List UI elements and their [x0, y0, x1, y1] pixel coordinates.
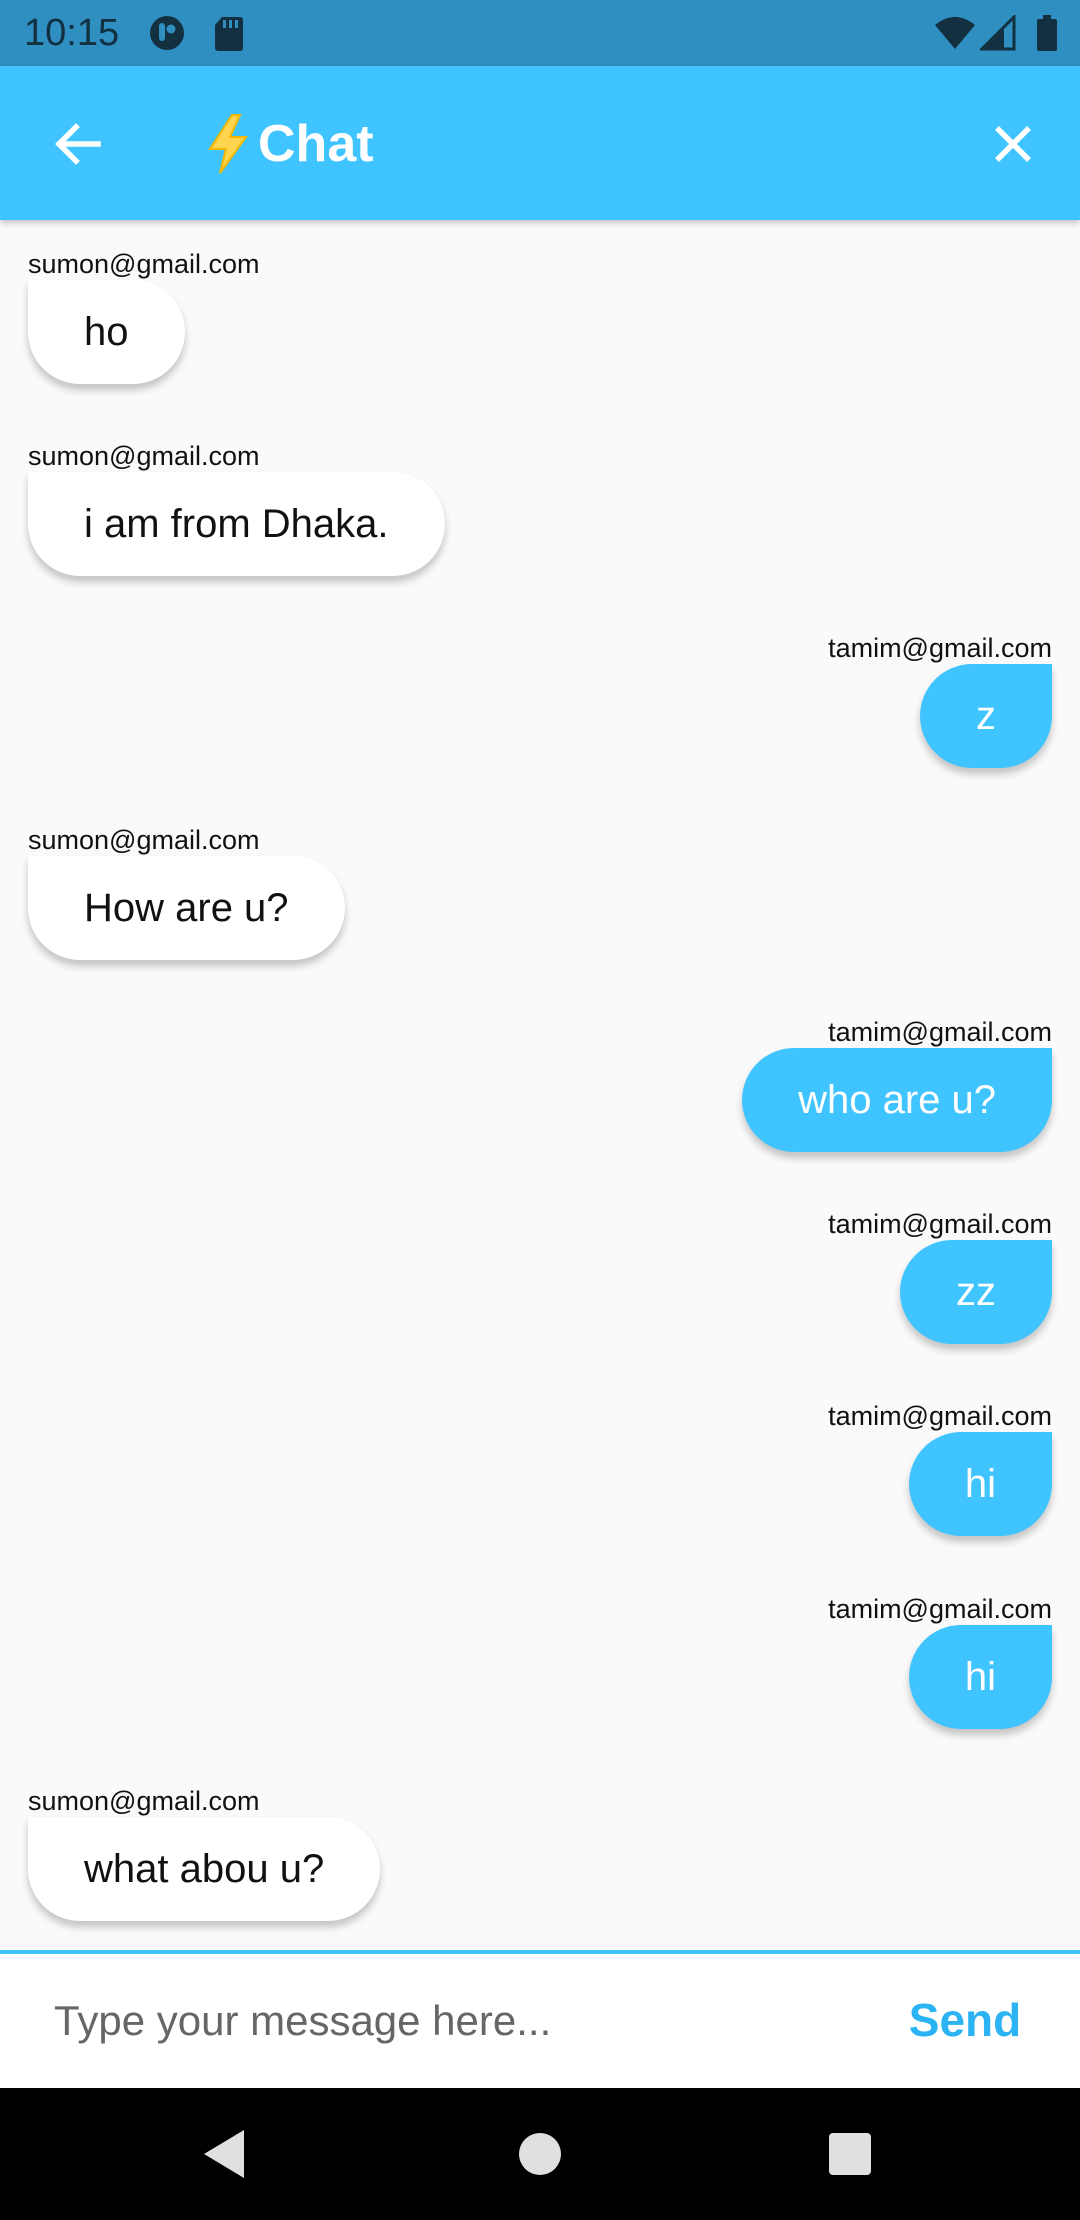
message-input[interactable]: [28, 1970, 856, 2072]
battery-icon: [1037, 15, 1057, 51]
send-button[interactable]: Send: [880, 1970, 1050, 2070]
status-time: 10:15: [24, 12, 120, 54]
message-bubble: hi: [908, 1432, 1052, 1536]
cellular-signal-icon: [980, 15, 1016, 51]
nav-home-icon: [519, 2133, 561, 2175]
message-bubble: How are u?: [28, 856, 345, 960]
message-received: sumon@gmail.com what abou u?: [28, 1785, 1052, 1921]
nav-back-icon: [204, 2130, 244, 2178]
message-sent: tamim@gmail.com who are u?: [28, 1016, 1052, 1152]
message-received: sumon@gmail.com How are u?: [28, 824, 1052, 960]
wifi-icon: [935, 17, 975, 49]
status-bar: 10:15: [0, 0, 1080, 66]
message-sender: sumon@gmail.com: [28, 249, 260, 279]
chat-message-list[interactable]: sumon@gmail.com ho sumon@gmail.com i am …: [0, 220, 1080, 1952]
message-sent: tamim@gmail.com hi: [28, 1593, 1052, 1729]
message-bubble: ho: [28, 280, 185, 384]
nav-recents-icon: [829, 2133, 871, 2175]
message-sender: tamim@gmail.com: [828, 1017, 1052, 1047]
page-title: Chat: [258, 115, 374, 173]
message-bubble: hi: [908, 1625, 1052, 1729]
message-bubble: zz: [900, 1240, 1052, 1344]
message-sender: tamim@gmail.com: [828, 1209, 1052, 1239]
app-notification-icon: [150, 16, 184, 50]
close-icon: [995, 126, 1031, 162]
message-sent: tamim@gmail.com z: [28, 632, 1052, 768]
message-received: sumon@gmail.com ho: [28, 248, 1052, 384]
message-received: sumon@gmail.com i am from Dhaka.: [28, 440, 1052, 576]
message-sender: tamim@gmail.com: [828, 633, 1052, 663]
nav-home-button[interactable]: [504, 2118, 576, 2190]
message-bubble: i am from Dhaka.: [28, 472, 445, 576]
message-sender: sumon@gmail.com: [28, 1786, 260, 1816]
message-bubble: who are u?: [742, 1048, 1052, 1152]
message-sent: tamim@gmail.com zz: [28, 1208, 1052, 1344]
message-bubble: what abou u?: [28, 1817, 381, 1921]
app-bar: Chat: [0, 66, 1080, 220]
message-sender: sumon@gmail.com: [28, 825, 260, 855]
lightning-bolt-icon: [208, 114, 248, 174]
message-composer: Send: [0, 1950, 1080, 2092]
arrow-back-icon: [55, 123, 101, 165]
title-group: Chat: [202, 108, 374, 180]
back-button[interactable]: [40, 106, 116, 182]
message-sent: tamim@gmail.com hi: [28, 1400, 1052, 1536]
message-sender: tamim@gmail.com: [828, 1594, 1052, 1624]
system-navigation-bar: [0, 2088, 1080, 2220]
message-bubble: z: [920, 664, 1052, 768]
sd-card-icon: [215, 17, 243, 51]
message-sender: sumon@gmail.com: [28, 441, 260, 471]
nav-back-button[interactable]: [190, 2118, 262, 2190]
nav-recents-button[interactable]: [814, 2118, 886, 2190]
close-button[interactable]: [975, 106, 1051, 182]
message-sender: tamim@gmail.com: [828, 1401, 1052, 1431]
